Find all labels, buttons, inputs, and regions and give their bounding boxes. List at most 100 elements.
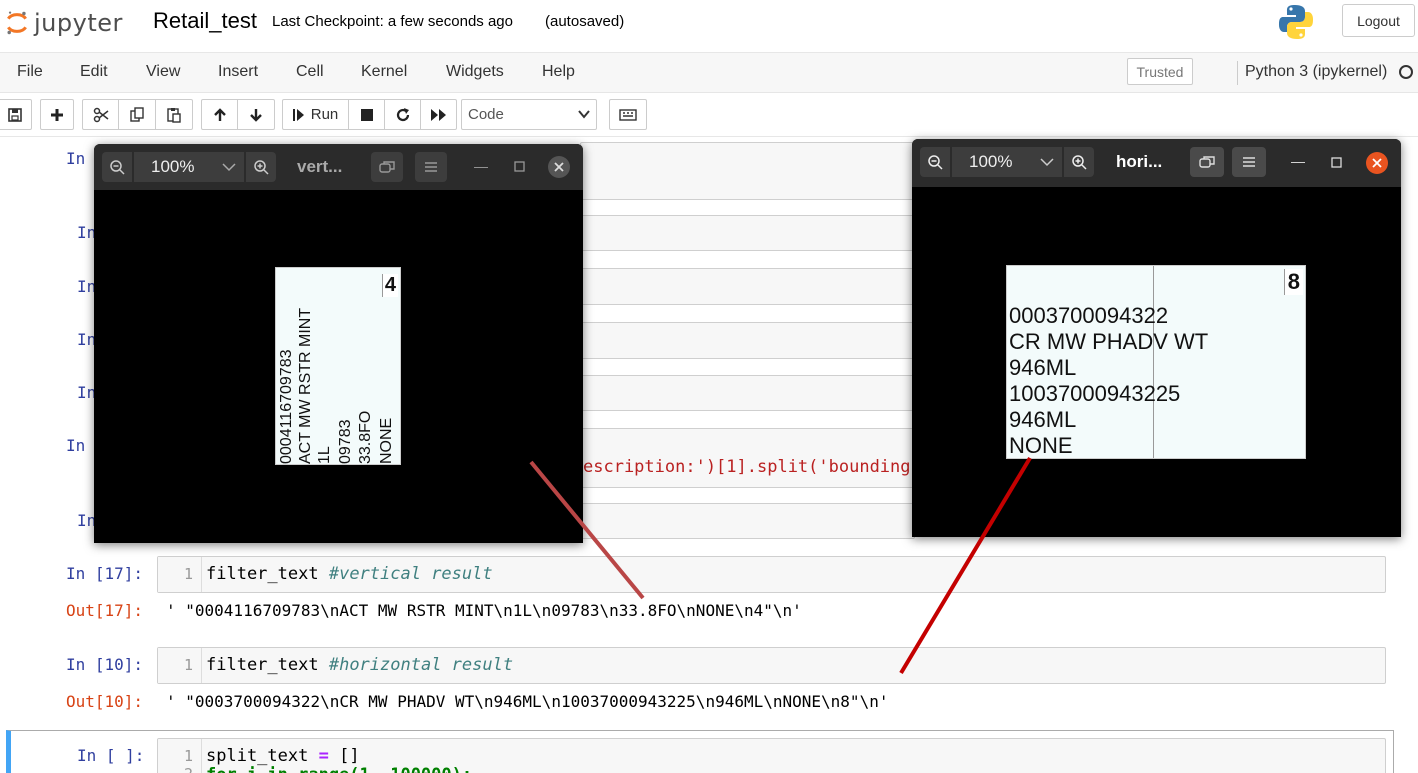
- checkpoint-status: Last Checkpoint: a few seconds ago: [272, 13, 513, 30]
- window-icon: [1199, 156, 1215, 168]
- cell-output: ' "0004116709783\nACT MW RSTR MINT\n1L\n…: [166, 601, 802, 620]
- cut-button[interactable]: [82, 99, 119, 130]
- trusted-indicator[interactable]: Trusted: [1127, 58, 1193, 85]
- command-palette-button[interactable]: [609, 99, 647, 130]
- interrupt-button[interactable]: [348, 99, 385, 130]
- kernel-name[interactable]: Python 3 (ipykernel): [1245, 63, 1387, 81]
- zoom-in-button[interactable]: [246, 152, 276, 182]
- label-line: 1L: [316, 446, 333, 464]
- cell-in-prompt: In [17]:: [66, 564, 144, 583]
- notebook-header: jupyter Retail_test Last Checkpoint: a f…: [0, 0, 1418, 53]
- viewer-titlebar[interactable]: 100% hori... —: [912, 139, 1401, 187]
- menu-widgets[interactable]: Widgets: [446, 63, 504, 81]
- cell-input-area[interactable]: 1 2 split_text = [] for i in range(1, 10…: [157, 738, 1386, 773]
- zoom-in-icon: [1072, 155, 1087, 170]
- minimize-icon[interactable]: —: [474, 158, 488, 174]
- run-button[interactable]: Run: [282, 99, 349, 130]
- cell-input-area[interactable]: [580, 375, 915, 411]
- insert-cell-button[interactable]: [40, 99, 74, 130]
- code-line-2: for i in range(1, 100000):: [206, 765, 472, 773]
- zoom-level[interactable]: 100%: [952, 147, 1062, 177]
- window-icon: [379, 161, 395, 173]
- zoom-out-button[interactable]: [102, 152, 132, 182]
- scissors-icon: [93, 107, 108, 122]
- zoom-in-button[interactable]: [1064, 147, 1094, 177]
- menu-file[interactable]: File: [17, 63, 43, 81]
- save-button[interactable]: [0, 99, 32, 130]
- zoom-out-icon: [110, 160, 125, 175]
- code-variable: split_text: [206, 746, 309, 766]
- chevron-down-icon: [222, 163, 236, 172]
- viewer-menu-button[interactable]: [1232, 147, 1266, 177]
- save-icon: [8, 107, 22, 122]
- hamburger-icon: [425, 162, 437, 172]
- cell-input-area[interactable]: [580, 322, 915, 359]
- code-line: filter_text #horizontal result: [206, 655, 513, 675]
- stop-icon: [360, 108, 373, 121]
- code-variable: filter_text: [206, 564, 319, 584]
- notebook-name[interactable]: Retail_test: [153, 8, 257, 34]
- line-gutter: 1: [158, 648, 202, 683]
- fullscreen-button[interactable]: [1190, 147, 1224, 177]
- move-down-button[interactable]: [237, 99, 275, 130]
- arrow-up-icon: [213, 107, 226, 121]
- zoom-value: 100%: [151, 157, 195, 176]
- code-line: filter_text #vertical result: [206, 564, 493, 584]
- image-viewer-horizontal[interactable]: 100% hori... — 8 0003700094322 CR MW PHA…: [912, 139, 1401, 537]
- restart-button[interactable]: [384, 99, 421, 130]
- copy-button[interactable]: [118, 99, 156, 130]
- maximize-icon[interactable]: [1331, 157, 1342, 168]
- menu-insert[interactable]: Insert: [218, 63, 258, 81]
- menu-view[interactable]: View: [146, 63, 180, 81]
- autosave-status: (autosaved): [545, 13, 625, 30]
- minimize-icon[interactable]: —: [1291, 153, 1305, 169]
- step-forward-icon: [292, 108, 304, 121]
- label-line: 10037000943225: [1009, 381, 1181, 406]
- jupyter-logo-icon: [7, 11, 27, 35]
- cell-input-area[interactable]: 1 filter_text #vertical result: [157, 556, 1386, 593]
- cell-input-area[interactable]: [580, 215, 915, 251]
- jupyter-logo[interactable]: jupyter: [4, 6, 123, 40]
- zoom-out-button[interactable]: [920, 147, 950, 177]
- run-label: Run: [310, 106, 339, 123]
- viewer-titlebar[interactable]: 100% vert... —: [94, 144, 583, 190]
- menu-edit[interactable]: Edit: [80, 63, 108, 81]
- cell-output: ' "0003700094322\nCR MW PHADV WT\n946ML\…: [166, 692, 889, 711]
- paste-button[interactable]: [155, 99, 193, 130]
- kernel-idle-icon: [1399, 65, 1413, 79]
- label-corner-number: 8: [1283, 269, 1303, 295]
- label-line: 946ML: [1009, 407, 1077, 432]
- cell-input-area[interactable]: escription:')[1].split('bounding: [580, 428, 915, 488]
- viewer-menu-button[interactable]: [415, 152, 447, 182]
- logout-button[interactable]: Logout: [1342, 4, 1415, 37]
- vertical-label-image: 4 0004116709783 ACT MW RSTR MINT 1L 0978…: [275, 267, 401, 465]
- cell-input-area[interactable]: [580, 503, 915, 539]
- label-line: 0004116709783: [278, 349, 295, 465]
- zoom-level[interactable]: 100%: [134, 152, 244, 182]
- move-up-button[interactable]: [201, 99, 238, 130]
- label-divider: [1153, 266, 1154, 458]
- cell-input-area[interactable]: 1 filter_text #horizontal result: [157, 647, 1386, 684]
- menu-cell[interactable]: Cell: [296, 63, 324, 81]
- close-button[interactable]: [1366, 152, 1388, 174]
- viewer-title: hori...: [1116, 152, 1163, 171]
- label-line: 0003700094322: [1009, 303, 1169, 328]
- line-gutter: 1: [158, 557, 202, 592]
- line-gutter: 1 2: [158, 739, 202, 773]
- cell-input-area[interactable]: [580, 142, 915, 200]
- close-button[interactable]: [548, 156, 570, 178]
- maximize-icon[interactable]: [514, 161, 525, 172]
- close-icon: [554, 162, 564, 172]
- code-operator: =: [318, 746, 329, 766]
- kernel-divider: [1237, 61, 1238, 85]
- menu-kernel[interactable]: Kernel: [361, 63, 407, 81]
- label-line: 09783: [337, 419, 354, 465]
- cell-input-area[interactable]: [580, 268, 915, 305]
- menu-help[interactable]: Help: [542, 63, 575, 81]
- image-viewer-vertical[interactable]: 100% vert... — 4 0004116709783 ACT MW RS…: [94, 144, 583, 543]
- menubar: File Edit View Insert Cell Kernel Widget…: [0, 53, 1418, 93]
- chevron-down-icon: [1040, 158, 1054, 167]
- fullscreen-button[interactable]: [371, 152, 403, 182]
- restart-run-all-button[interactable]: [420, 99, 457, 130]
- cell-type-select[interactable]: Code: [461, 99, 597, 130]
